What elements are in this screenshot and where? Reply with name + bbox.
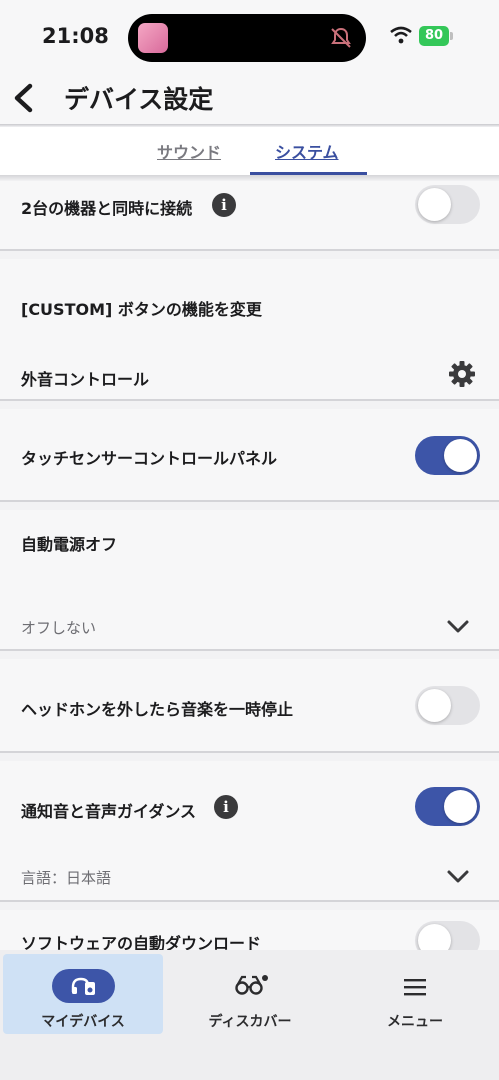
muted-bell-icon [331,27,351,48]
setting-auto-power-off: 自動電源オフ オフしない [0,510,499,651]
toggle-knob [418,689,451,722]
nav-my-device[interactable]: マイデバイス [3,954,163,1034]
setting-custom-button: [CUSTOM] ボタンの機能を変更 外音コントロール [0,259,499,401]
setting-notification-voice: 通知音と音声ガイダンス i 言語：日本語 [0,761,499,902]
chevron-down-icon[interactable] [446,619,470,635]
app-header: デバイス設定 [0,72,499,124]
battery-tip [450,32,453,40]
setting-pause-on-remove: ヘッドホンを外したら音楽を一時停止 [0,659,499,753]
nav-label: メニュー [387,1014,443,1030]
notification-voice-toggle[interactable] [415,787,480,826]
status-time: 21:08 [42,24,109,48]
notification-voice-label: 通知音と音声ガイダンス [21,802,197,821]
ambient-control-label: 外音コントロール [21,370,150,389]
page-title: デバイス設定 [64,85,214,114]
app-activity-icon [138,23,168,53]
pause-on-remove-label: ヘッドホンを外したら音楽を一時停止 [21,700,294,719]
auto-power-off-label: 自動電源オフ [21,535,118,554]
language-value[interactable]: 言語：日本語 [21,867,111,888]
pause-on-remove-toggle[interactable] [415,686,480,725]
nav-active-pill [52,969,115,1003]
dual-connect-label: 2台の機器と同時に接続 [21,199,193,218]
custom-button-label: [CUSTOM] ボタンの機能を変更 [21,300,262,319]
status-bar: 21:08 80 [0,0,499,72]
menu-icon [404,979,426,996]
tab-sound[interactable]: サウンド [157,139,221,163]
info-icon[interactable]: i [214,795,238,819]
dynamic-island [128,14,366,62]
wifi-icon [390,26,412,44]
settings-tabs: サウンド システム [0,127,499,175]
chevron-down-icon[interactable] [446,869,470,885]
nav-menu[interactable]: メニュー [335,954,495,1034]
setting-touch-panel: タッチセンサーコントロールパネル [0,409,499,502]
touch-panel-toggle[interactable] [415,436,480,475]
dual-connect-toggle[interactable] [415,185,480,224]
setting-dual-connect: 2台の機器と同時に接続 i [0,181,499,251]
back-arrow-icon[interactable] [8,78,42,118]
bottom-navigation: マイデバイス ディスカバー メニュー [0,950,499,1080]
toggle-knob [444,790,477,823]
nav-label: ディスカバー [208,1014,292,1030]
nav-discover[interactable]: ディスカバー [170,954,330,1034]
battery-indicator: 80 [419,26,449,46]
binoculars-icon [235,975,268,995]
auto-power-off-value[interactable]: オフしない [21,617,96,638]
nav-label: マイデバイス [41,1014,125,1030]
tab-system[interactable]: システム [275,139,339,163]
touch-panel-label: タッチセンサーコントロールパネル [21,449,278,468]
toggle-knob [444,439,477,472]
info-icon[interactable]: i [212,193,236,217]
toggle-knob [418,188,451,221]
headphones-icon [71,977,95,995]
gear-icon[interactable] [447,359,477,389]
